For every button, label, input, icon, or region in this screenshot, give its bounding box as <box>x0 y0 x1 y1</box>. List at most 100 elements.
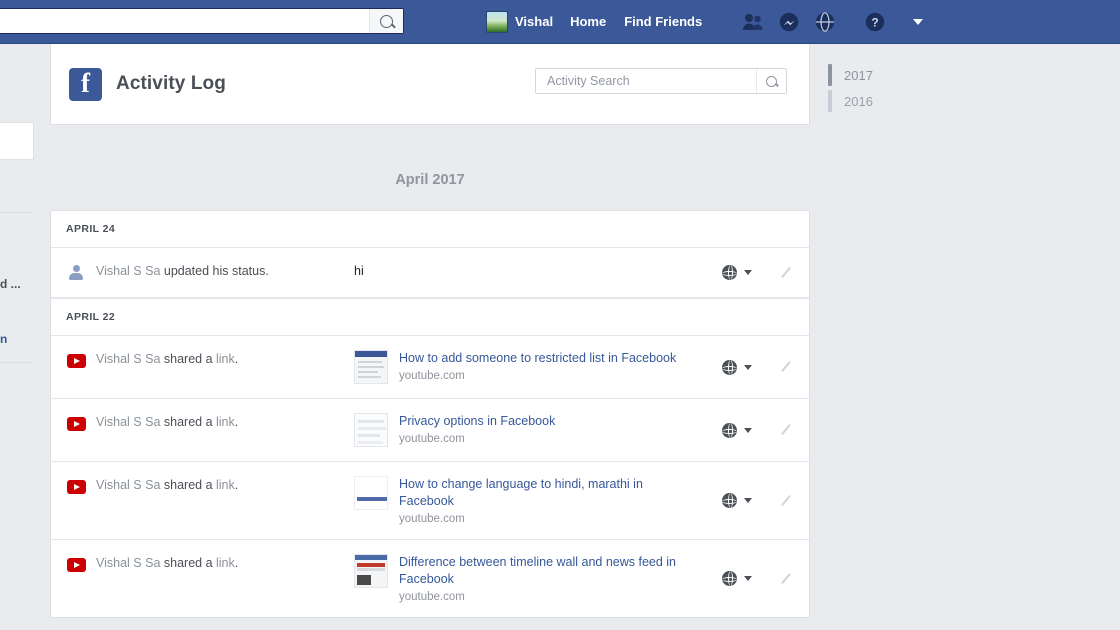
row-actions <box>722 422 794 438</box>
sidebar-card <box>0 122 34 160</box>
messages-icon[interactable] <box>777 10 801 34</box>
privacy-chevron-down-icon[interactable] <box>744 364 752 370</box>
year-filter-rail: 2017 2016 <box>828 62 948 114</box>
page-title: Activity Log <box>116 73 226 94</box>
public-globe-icon[interactable] <box>722 571 737 586</box>
public-globe-icon[interactable] <box>722 493 737 508</box>
youtube-icon <box>66 351 86 371</box>
link-domain: youtube.com <box>399 591 465 603</box>
activity-row[interactable]: Vishal S Sa shared a link. Privacy optio… <box>51 399 809 462</box>
activity-description: Vishal S Sa shared a link. <box>96 476 354 494</box>
month-heading: April 2017 <box>395 172 465 188</box>
activity-search-button[interactable] <box>756 69 786 93</box>
activity-description: Vishal S Sa shared a link. <box>96 554 354 572</box>
public-globe-icon[interactable] <box>722 422 737 438</box>
activity-action-end: . <box>234 556 239 570</box>
activity-action-text: shared a <box>160 556 216 570</box>
sidebar-item-fragment-1[interactable]: d ... <box>0 277 21 291</box>
activity-list-card: APRIL 24 Vishal S Sa updated his status.… <box>50 210 810 618</box>
link-title[interactable]: How to change language to hindi, marathi… <box>399 476 689 510</box>
year-item-2017[interactable]: 2017 <box>828 62 948 88</box>
row-actions <box>722 359 794 375</box>
activity-search-input[interactable] <box>545 69 756 93</box>
youtube-icon <box>66 414 86 434</box>
activity-action-text: shared a <box>160 415 216 429</box>
activity-description: Vishal S Sa updated his status. <box>96 262 354 280</box>
profile-name-label: Vishal <box>515 14 554 29</box>
activity-row[interactable]: Vishal S Sa shared a link. Difference be… <box>51 540 809 617</box>
activity-log-main-column: Activity Log April 2017 APRIL 24 Vishal … <box>50 44 810 618</box>
edit-pencil-icon[interactable] <box>778 265 794 281</box>
nav-find-friends-link[interactable]: Find Friends <box>615 0 711 44</box>
row-actions <box>722 493 794 509</box>
link-title[interactable]: Difference between timeline wall and new… <box>399 554 689 588</box>
search-icon <box>766 75 777 87</box>
actor-link[interactable]: Vishal S Sa <box>96 415 160 429</box>
edit-pencil-icon[interactable] <box>778 493 794 509</box>
link-title[interactable]: How to add someone to restricted list in… <box>399 350 676 367</box>
link-domain: youtube.com <box>399 370 465 382</box>
privacy-chevron-down-icon[interactable] <box>744 270 752 275</box>
help-icon[interactable]: ? <box>863 10 887 34</box>
link-domain: youtube.com <box>399 433 465 445</box>
activity-action-end: . <box>234 415 239 429</box>
global-search-input[interactable] <box>3 9 369 33</box>
person-icon <box>66 263 86 283</box>
profile-link[interactable]: Vishal <box>478 7 561 37</box>
global-search-box[interactable] <box>0 8 404 34</box>
link-domain: youtube.com <box>399 513 465 525</box>
activity-action-text: shared a <box>160 478 216 492</box>
sidebar-divider <box>0 362 34 363</box>
privacy-chevron-down-icon[interactable] <box>744 498 752 503</box>
activity-row[interactable]: Vishal S Sa shared a link. How to change… <box>51 462 809 540</box>
actor-link[interactable]: Vishal S Sa <box>96 352 160 366</box>
row-actions <box>722 571 794 587</box>
link-thumbnail <box>354 350 388 384</box>
shared-link-word[interactable]: link <box>216 352 235 366</box>
link-title[interactable]: Privacy options in Facebook <box>399 413 555 430</box>
edit-pencil-icon[interactable] <box>778 571 794 587</box>
notifications-icon[interactable] <box>813 10 837 34</box>
youtube-icon <box>66 477 86 497</box>
global-search-button[interactable] <box>369 9 403 33</box>
youtube-icon <box>66 555 86 575</box>
sidebar-divider <box>0 212 34 213</box>
search-icon <box>380 14 393 28</box>
privacy-chevron-down-icon[interactable] <box>744 576 752 581</box>
link-thumbnail <box>354 413 388 447</box>
actor-link[interactable]: Vishal S Sa <box>96 478 160 492</box>
public-globe-icon[interactable] <box>722 359 737 375</box>
actor-link[interactable]: Vishal S Sa <box>96 264 160 278</box>
facebook-f-logo-icon <box>69 67 102 101</box>
activity-row[interactable]: Vishal S Sa shared a link. How to add so… <box>51 336 809 399</box>
edit-pencil-icon[interactable] <box>778 359 794 375</box>
activity-row[interactable]: Vishal S Sa updated his status. hi <box>51 248 809 298</box>
account-menu-chevron-down-icon[interactable] <box>913 19 924 25</box>
shared-link-word[interactable]: link <box>216 556 235 570</box>
actor-link[interactable]: Vishal S Sa <box>96 556 160 570</box>
day-header: APRIL 24 <box>51 211 809 248</box>
link-thumbnail <box>354 476 388 510</box>
public-globe-icon[interactable] <box>722 265 737 280</box>
activity-action-text: shared a <box>160 352 216 366</box>
year-label: 2016 <box>844 93 873 109</box>
svg-text:?: ? <box>872 16 879 30</box>
row-actions <box>722 265 794 281</box>
friend-requests-icon[interactable] <box>741 10 765 34</box>
sidebar-item-fragment-2[interactable]: n <box>0 332 7 346</box>
left-sidebar-partial: d ... n <box>0 44 48 630</box>
year-item-2016[interactable]: 2016 <box>828 88 948 114</box>
year-indicator-bar <box>828 90 832 112</box>
year-label: 2017 <box>844 67 873 83</box>
shared-link-word[interactable]: link <box>216 478 235 492</box>
activity-description: Vishal S Sa shared a link. <box>96 350 354 368</box>
activity-description: Vishal S Sa shared a link. <box>96 413 354 431</box>
edit-pencil-icon[interactable] <box>778 422 794 438</box>
activity-search-box[interactable] <box>535 68 787 94</box>
year-indicator-bar <box>828 64 832 86</box>
activity-log-header: Activity Log <box>50 44 810 125</box>
facebook-top-navigation-bar: Vishal Home Find Friends ? <box>0 0 1120 44</box>
shared-link-word[interactable]: link <box>216 415 235 429</box>
privacy-chevron-down-icon[interactable] <box>744 427 752 433</box>
nav-home-link[interactable]: Home <box>561 0 615 44</box>
